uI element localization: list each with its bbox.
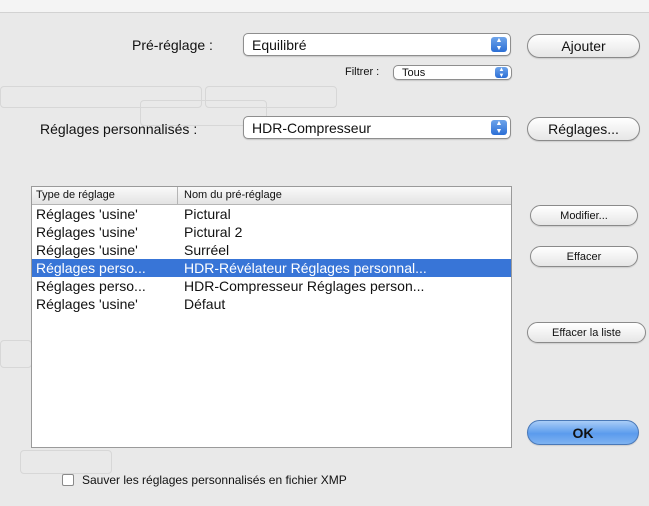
- row-type: Réglages perso...: [36, 260, 146, 276]
- row-type: Réglages 'usine': [36, 224, 138, 240]
- row-name: HDR-Révélateur Réglages personnal...: [184, 260, 427, 276]
- xmp-checkbox-label[interactable]: Sauver les réglages personnalisés en fic…: [82, 473, 347, 487]
- column-header-name[interactable]: Nom du pré-réglage: [184, 189, 282, 201]
- settings-button[interactable]: Réglages...: [527, 117, 640, 141]
- row-name: Défaut: [184, 296, 226, 312]
- table-row[interactable]: Réglages 'usine' Pictural: [32, 205, 511, 223]
- row-name: Surréel: [184, 242, 230, 258]
- preset-value: Equilibré: [252, 36, 307, 53]
- clear-list-button[interactable]: Effacer la liste: [527, 322, 646, 343]
- filter-popup[interactable]: Tous ▲ ▼: [393, 65, 512, 80]
- preset-label: Pré-réglage :: [132, 37, 213, 53]
- popup-arrows-icon: ▲ ▼: [491, 37, 507, 52]
- row-name: Pictural: [184, 206, 231, 222]
- ghost-field: [20, 450, 112, 474]
- delete-button[interactable]: Effacer: [530, 246, 638, 267]
- filter-label: Filtrer :: [345, 66, 380, 78]
- filter-value: Tous: [402, 66, 426, 79]
- table-row[interactable]: Réglages perso... HDR-Compresseur Réglag…: [32, 277, 511, 295]
- preset-popup[interactable]: Equilibré ▲ ▼: [243, 33, 511, 56]
- ok-button[interactable]: OK: [527, 420, 639, 445]
- row-name: Pictural 2: [184, 224, 243, 240]
- popup-arrows-icon: ▲ ▼: [495, 67, 508, 79]
- checkbox-icon[interactable]: [62, 474, 74, 486]
- row-type: Réglages 'usine': [36, 242, 138, 258]
- table-row[interactable]: Réglages 'usine' Surréel: [32, 241, 511, 259]
- column-header-type[interactable]: Type de réglage: [36, 189, 115, 201]
- modify-button[interactable]: Modifier...: [530, 205, 638, 226]
- popup-arrows-icon: ▲ ▼: [491, 120, 507, 135]
- custom-settings-popup[interactable]: HDR-Compresseur ▲ ▼: [243, 116, 511, 139]
- table-row[interactable]: Réglages 'usine' Pictural 2: [32, 223, 511, 241]
- add-button[interactable]: Ajouter: [527, 34, 640, 58]
- table-header: Type de réglage Nom du pré-réglage: [32, 187, 511, 205]
- custom-settings-value: HDR-Compresseur: [252, 119, 372, 136]
- row-name: HDR-Compresseur Réglages person...: [184, 278, 425, 294]
- ghost-field: [0, 340, 32, 368]
- preset-table[interactable]: Type de réglage Nom du pré-réglage Régla…: [31, 186, 512, 448]
- column-divider: [177, 187, 178, 204]
- custom-settings-label: Réglages personnalisés :: [40, 121, 198, 137]
- window-top-edge: [0, 0, 649, 13]
- row-type: Réglages 'usine': [36, 296, 138, 312]
- row-type: Réglages 'usine': [36, 206, 138, 222]
- table-row[interactable]: Réglages 'usine' Défaut: [32, 295, 511, 313]
- table-row-selected[interactable]: Réglages perso... HDR-Révélateur Réglage…: [32, 259, 511, 277]
- row-type: Réglages perso...: [36, 278, 146, 294]
